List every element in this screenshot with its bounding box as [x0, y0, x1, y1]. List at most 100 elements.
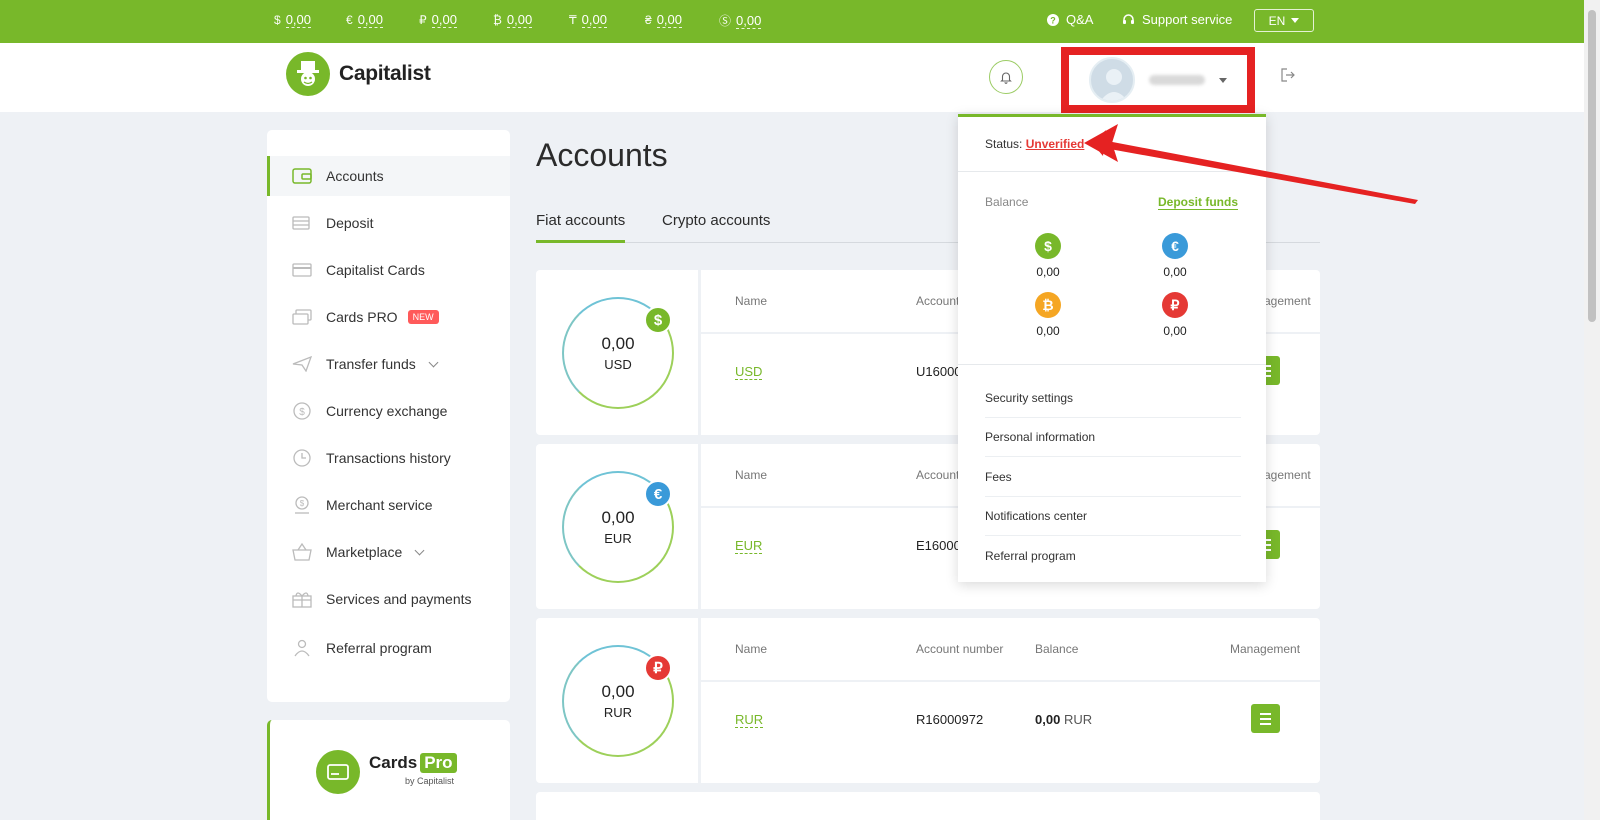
tab-crypto-accounts[interactable]: Crypto accounts: [662, 212, 770, 243]
support-link[interactable]: Support service: [1122, 12, 1232, 27]
currency-btc[interactable]: ₿ 0,00: [493, 12, 533, 28]
basket-icon: [292, 542, 312, 562]
balance-amount: 0,00: [601, 508, 635, 527]
account-name-link[interactable]: EUR: [735, 538, 763, 554]
currency-kzt[interactable]: ₸ 0,00: [569, 12, 607, 28]
sidebar-item-label: Transfer funds: [326, 356, 416, 372]
currency-symbol: Ⓢ: [719, 14, 732, 28]
sidebar-item-referral-program[interactable]: Referral program: [267, 628, 510, 668]
ruble-icon: ₽: [644, 654, 672, 682]
sidebar-item-label: Transactions history: [326, 450, 451, 466]
sidebar-item-transactions-history[interactable]: Transactions history: [267, 438, 510, 478]
cards-pro-promo[interactable]: Cards Pro by Capitalist: [267, 720, 510, 820]
sidebar-item-currency-exchange[interactable]: $ Currency exchange: [267, 391, 510, 431]
column-header-account-number: Account number: [916, 642, 1004, 656]
qa-link[interactable]: ? Q&A: [1047, 12, 1093, 27]
balance-currency: EUR: [604, 531, 632, 546]
logo[interactable]: Capitalist: [286, 52, 431, 96]
account-name-link[interactable]: USD: [735, 364, 763, 380]
balance-usd: $ 0,00: [1028, 233, 1068, 279]
logout-icon: [1281, 68, 1295, 82]
chevron-down-icon: [414, 545, 425, 555]
notifications-bell-button[interactable]: [989, 60, 1023, 94]
account-menu-button[interactable]: [1251, 704, 1280, 733]
menu-fees[interactable]: Fees: [985, 470, 1012, 484]
referral-icon: [292, 638, 312, 658]
sidebar-item-label: Capitalist Cards: [326, 262, 425, 278]
sidebar: Accounts Deposit Capitalist Cards Cards …: [267, 130, 510, 702]
logout-button[interactable]: [1280, 67, 1296, 88]
divider: [701, 680, 1320, 682]
balance-eur: € 0,00: [1155, 233, 1195, 279]
sidebar-item-marketplace[interactable]: Marketplace: [267, 532, 510, 572]
user-dropdown-menu: Status: Unverified Balance Deposit funds…: [958, 114, 1266, 582]
account-balance: 0,00 RUR: [1035, 712, 1092, 727]
gift-icon: [292, 589, 312, 609]
euro-icon: €: [644, 480, 672, 508]
column-header-account: Account: [916, 468, 960, 482]
currency-value: 0,00: [736, 12, 762, 29]
currency-eur[interactable]: €0,00: [346, 12, 383, 28]
deposit-funds-link[interactable]: Deposit funds: [1158, 195, 1238, 210]
currency-symbol: ₽: [419, 13, 427, 27]
menu-security-settings[interactable]: Security settings: [985, 391, 1073, 405]
currency-uah[interactable]: ₴ 0,00: [645, 12, 682, 28]
language-value: EN: [1268, 13, 1286, 28]
tab-fiat-accounts[interactable]: Fiat accounts: [536, 212, 626, 243]
balance-label: Balance: [985, 195, 1029, 209]
balance-amount: 0,00: [601, 682, 635, 701]
sidebar-item-services-payments[interactable]: Services and payments: [267, 579, 510, 619]
avatar: [1089, 57, 1135, 103]
top-bar: $0,00 €0,00 ₽0,00 ₿ 0,00 ₸ 0,00 ₴ 0,00 Ⓢ 0,0…: [0, 0, 1584, 43]
account-card-partial: [536, 792, 1320, 820]
balance-unit: RUR: [1063, 712, 1093, 727]
balance-value: 0,00: [1163, 265, 1187, 279]
clock-icon: [292, 448, 312, 468]
sidebar-item-transfer-funds[interactable]: Transfer funds: [267, 344, 510, 384]
sidebar-item-capitalist-cards[interactable]: Capitalist Cards: [267, 250, 510, 290]
header: Capitalist: [0, 43, 1584, 113]
bitcoin-icon: ₿: [1035, 292, 1061, 318]
wallet-icon: [292, 166, 312, 186]
promo-pro: Pro: [420, 753, 457, 773]
sidebar-item-accounts[interactable]: Accounts: [267, 156, 510, 196]
dollar-icon: $: [1035, 233, 1061, 259]
sidebar-item-cards-pro[interactable]: Cards PRO NEW: [267, 297, 510, 337]
currency-symbol: ₸: [569, 13, 577, 27]
sidebar-item-label: Cards PRO: [326, 309, 398, 325]
promo-cards: Cards: [369, 753, 418, 772]
menu-referral-program[interactable]: Referral program: [985, 549, 1076, 563]
sidebar-item-label: Marketplace: [326, 544, 403, 560]
column-header-management: agement: [1264, 468, 1311, 482]
status-unverified-link[interactable]: Unverified: [1026, 137, 1085, 151]
currency-symbol: €: [346, 13, 353, 27]
scrollbar-thumb[interactable]: [1588, 10, 1596, 322]
balance-btc: ₿ 0,00: [1028, 292, 1068, 338]
divider: [985, 456, 1241, 457]
balance-amount: 0,00: [601, 334, 635, 353]
currency-rub[interactable]: ₽0,00: [419, 12, 457, 28]
support-label: Support service: [1142, 12, 1233, 27]
scrollbar[interactable]: [1584, 0, 1600, 820]
sidebar-item-deposit[interactable]: Deposit: [267, 203, 510, 243]
currency-symbol: ₿: [493, 13, 502, 27]
account-name-link[interactable]: RUR: [735, 712, 764, 728]
language-select[interactable]: EN: [1254, 9, 1314, 32]
currency-usd[interactable]: $0,00: [274, 12, 311, 28]
user-menu-button[interactable]: [1061, 47, 1255, 113]
currency-value: 0,00: [506, 12, 533, 28]
sidebar-item-merchant-service[interactable]: $ Merchant service: [267, 485, 510, 525]
deposit-icon: [292, 213, 312, 233]
menu-notifications-center[interactable]: Notifications center: [985, 509, 1087, 523]
balance-value: 0,00: [1035, 712, 1061, 727]
card-icon: [292, 260, 312, 280]
currency-other[interactable]: Ⓢ 0,00: [719, 12, 762, 29]
sidebar-item-label: Services and payments: [326, 591, 472, 607]
currency-value: 0,00: [357, 12, 383, 28]
sidebar-item-label: Deposit: [326, 215, 374, 231]
divider: [985, 496, 1241, 497]
cards-pro-icon: [292, 307, 312, 327]
divider: [698, 270, 701, 435]
divider: [985, 417, 1241, 418]
menu-personal-information[interactable]: Personal information: [985, 430, 1095, 444]
